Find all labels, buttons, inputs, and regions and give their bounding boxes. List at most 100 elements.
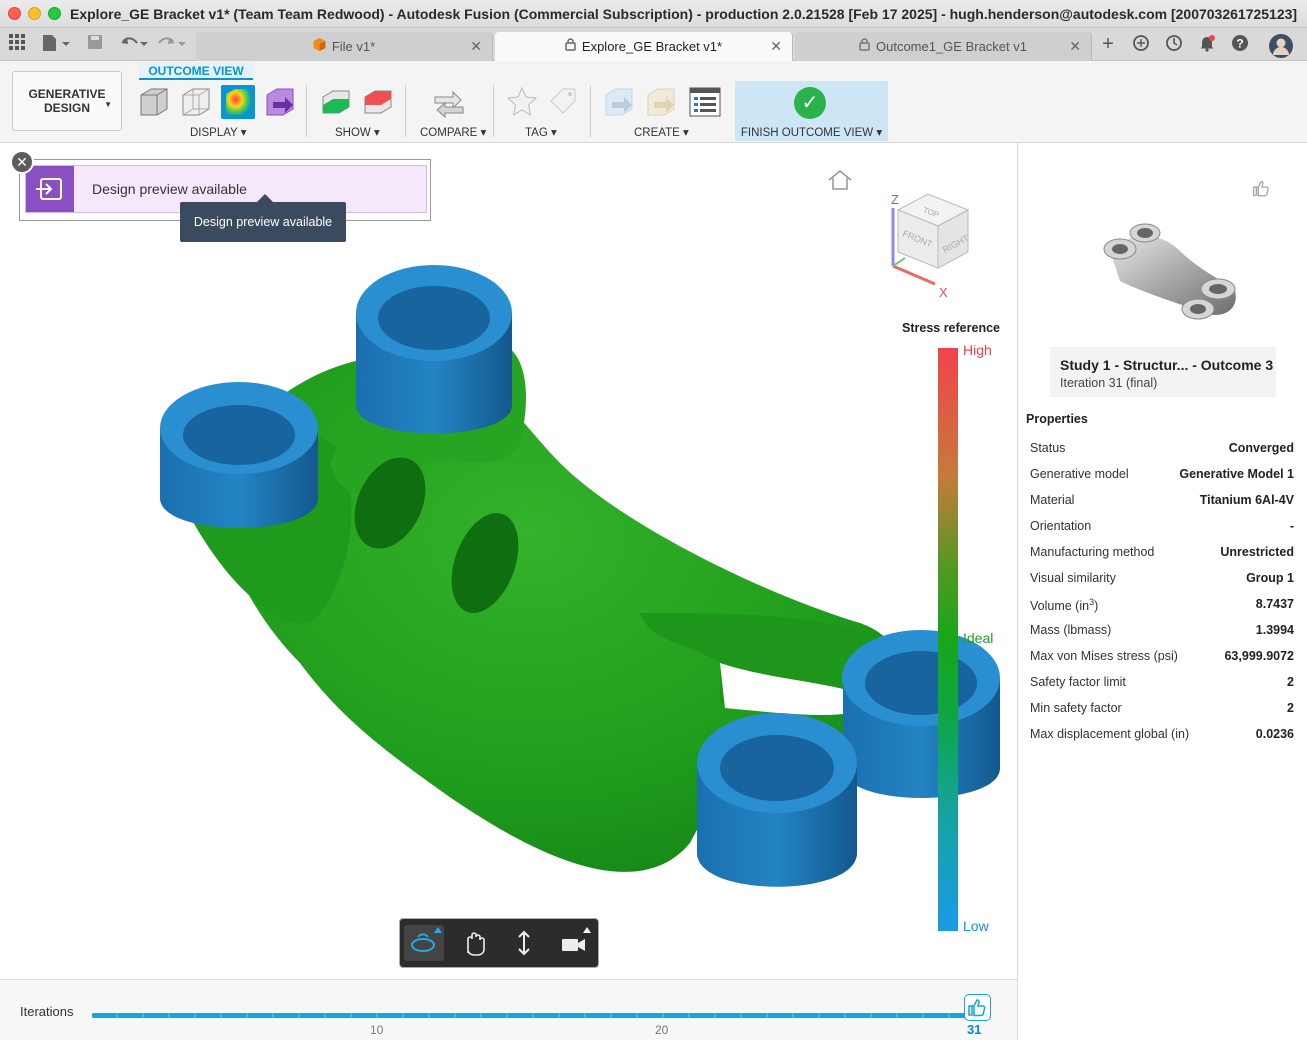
iteration-slider-thumb[interactable] [964,994,991,1021]
properties-table: Status Converged Generative model Generati… [1030,435,1294,747]
app-grid-icon[interactable] [8,34,26,54]
create-group-label[interactable]: CREATE ▾ [634,125,689,139]
zoom-icon[interactable] [504,925,544,961]
window-minimize-button[interactable] [28,7,41,20]
tab-explore-ge-bracket[interactable]: Explore_GE Bracket v1* ✕ [495,32,793,61]
tag-star-icon[interactable] [505,85,539,119]
iteration-tick-10: 10 [370,1023,384,1037]
camera-icon[interactable] [554,925,594,961]
lock-icon [859,32,870,61]
display-group-label[interactable]: DISPLAY ▾ [190,125,247,139]
window-title: Explore_GE Bracket v1* (Team Team Redwoo… [70,6,1298,22]
outcome-card[interactable]: Study 1 - Structur... - Outcome 3 Iterat… [1050,171,1276,397]
view-cube[interactable]: Z X TOP FRONT RIGHT [883,188,983,298]
user-avatar[interactable] [1268,34,1294,58]
property-row: Max von Mises stress (psi) 63,999.9072 [1030,649,1294,663]
create-design-icon[interactable] [644,85,678,119]
tab-outcome1-ge-bracket[interactable]: Outcome1_GE Bracket v1 ✕ [795,32,1092,61]
new-tab-plus-icon[interactable]: + [1097,34,1119,54]
toolbar-separator [306,85,307,137]
home-view-icon[interactable] [826,169,854,191]
file-cube-icon [313,32,326,61]
outcome-title: Study 1 - Structur... - Outcome 3 [1060,357,1274,373]
tooltip: Design preview available [180,202,346,242]
toolbar-separator [493,85,494,137]
navigation-toolbar [399,918,599,968]
property-row: Manufacturing method Unrestricted [1030,545,1294,559]
orbit-icon[interactable] [404,925,444,961]
iteration-tick-20: 20 [655,1023,669,1037]
tab-close-icon[interactable]: ✕ [770,32,782,61]
stress-low-label: Low [963,918,989,934]
property-row: Visual similarity Group 1 [1030,571,1294,585]
workspace-switcher-button[interactable]: GENERATIVE DESIGN ▼ [12,71,122,131]
file-menu-icon[interactable] [40,34,72,54]
help-icon[interactable]: ? [1229,34,1251,54]
display-wireframe-icon[interactable] [179,85,213,119]
display-arrow-icon[interactable] [263,85,297,119]
tab-close-icon[interactable]: ✕ [470,32,482,61]
outcome-iteration: Iteration 31 (final) [1060,376,1158,390]
toolbar-separator [405,85,406,137]
save-icon[interactable] [86,34,104,54]
property-row: Orientation - [1030,519,1294,533]
property-row: Safety factor limit 2 [1030,675,1294,689]
property-row: Min safety factor 2 [1030,701,1294,715]
compare-icon[interactable] [432,85,466,119]
notifications-bell-icon[interactable] [1196,34,1218,54]
job-status-clock-icon[interactable] [1163,34,1185,54]
tag-label-icon[interactable] [547,85,581,119]
finish-outcome-view-button[interactable]: ✓ FINISH OUTCOME VIEW ▾ [735,81,888,141]
window-maximize-button[interactable] [48,7,61,20]
outcome-thumbnail [1050,171,1276,347]
property-row: Material Titanium 6Al-4V [1030,493,1294,507]
iteration-current-value: 31 [967,1022,982,1037]
lock-icon [565,32,576,61]
property-row: Volume (in3) 8.7437 [1030,597,1294,614]
ribbon-toolbar: GENERATIVE DESIGN ▼ OUTCOME VIEW DISPLAY… [0,61,1307,143]
create-export-icon[interactable] [602,85,636,119]
redo-icon[interactable] [156,34,188,54]
extensions-icon[interactable] [1130,34,1152,54]
document-tab-bar: File v1* ✕ Explore_GE Bracket v1* ✕ Outc… [0,28,1307,61]
iterations-slider-track[interactable] [92,1013,970,1018]
outcome-properties-panel: Study 1 - Structur... - Outcome 3 Iterat… [1017,143,1307,1040]
iterations-timeline: Iterations 10 20 31 [0,979,1017,1040]
3d-viewport[interactable]: Design preview available ✕ Design previe… [0,143,1017,979]
window-close-button[interactable] [8,7,21,20]
tab-close-icon[interactable]: ✕ [1069,32,1081,61]
stress-color-bar [938,348,958,931]
display-solid-icon[interactable] [137,85,171,119]
property-row: Generative model Generative Model 1 [1030,467,1294,481]
create-report-icon[interactable] [688,85,722,119]
checkmark-icon: ✓ [794,87,826,119]
compare-group-label[interactable]: COMPARE ▾ [420,125,486,139]
caret-down-icon: ▼ [104,100,112,109]
notification-close-button[interactable]: ✕ [10,150,34,174]
stress-ideal-label: Ideal [963,630,994,646]
property-row: Max displacement global (in) 0.0236 [1030,727,1294,741]
title-bar: Explore_GE Bracket v1* (Team Team Redwoo… [0,0,1307,28]
toolbar-separator [590,85,591,137]
bracket-stress-model[interactable] [0,143,1017,979]
tab-outcome-view[interactable]: OUTCOME VIEW [139,62,253,80]
properties-heading: Properties [1026,412,1088,426]
svg-text:?: ? [1236,37,1243,51]
iterations-label: Iterations [20,1004,74,1019]
display-stress-map-icon[interactable] [221,85,255,119]
show-group-label[interactable]: SHOW ▾ [335,125,380,139]
preview-export-icon [26,166,74,212]
undo-icon[interactable] [118,34,150,54]
tooltip-arrow [257,194,273,202]
thumbs-up-icon[interactable] [1250,177,1272,199]
pan-hand-icon[interactable] [454,925,494,961]
stress-legend-title: Stress reference [902,321,1000,335]
show-red-icon[interactable] [361,85,395,119]
show-green-icon[interactable] [319,85,353,119]
property-row: Mass (lbmass) 1.3994 [1030,623,1294,637]
thumbs-up-icon [968,999,986,1017]
tab-file-v1[interactable]: File v1* ✕ [196,32,493,61]
axis-z-label: Z [891,192,899,207]
tag-group-label[interactable]: TAG ▾ [525,125,557,139]
property-row: Status Converged [1030,441,1294,455]
